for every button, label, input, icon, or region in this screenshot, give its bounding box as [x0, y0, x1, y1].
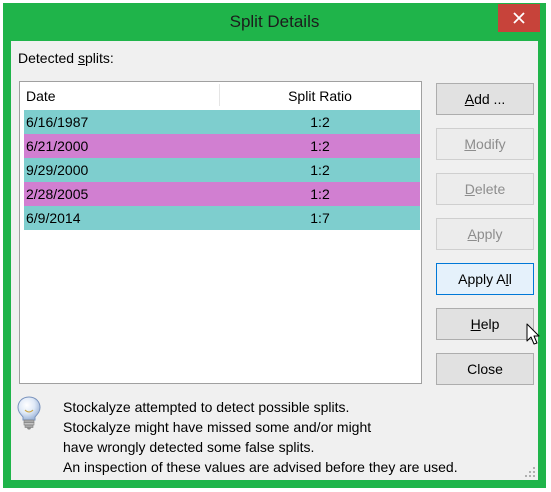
- info-line: An inspection of these values are advise…: [63, 459, 458, 475]
- apply-all-button[interactable]: Apply All: [436, 263, 534, 295]
- delete-button[interactable]: Delete: [436, 173, 534, 205]
- lightbulb-icon: [17, 396, 41, 430]
- window-title: Split Details: [229, 12, 320, 31]
- cell-date: 6/21/2000: [26, 138, 89, 154]
- column-header-date[interactable]: Date: [26, 82, 56, 108]
- column-header-split-ratio[interactable]: Split Ratio: [220, 82, 420, 108]
- close-window-button[interactable]: [498, 4, 540, 32]
- table-row[interactable]: 6/21/2000 1:2: [24, 134, 420, 158]
- cell-date: 9/29/2000: [26, 162, 89, 178]
- info-line: Stockalyze attempted to detect possible …: [63, 399, 350, 415]
- info-line: have wrongly detected some false splits.: [63, 439, 315, 455]
- close-icon: [513, 12, 525, 24]
- table-row[interactable]: 6/16/1987 1:2: [24, 110, 420, 134]
- table-row[interactable]: 2/28/2005 1:2: [24, 182, 420, 206]
- title-bar[interactable]: Split Details: [3, 3, 546, 41]
- list-rows: 6/16/1987 1:2 6/21/2000 1:2 9/29/2000 1:…: [24, 110, 420, 230]
- cell-split-ratio: 1:2: [310, 138, 330, 154]
- close-button[interactable]: Close: [436, 353, 534, 385]
- dialog-body: Detected splits: Date Split Ratio 6/16/1…: [11, 41, 540, 480]
- detected-splits-label: Detected splits:: [18, 50, 114, 66]
- modify-button[interactable]: Modify: [436, 128, 534, 160]
- mouse-pointer-icon: [526, 323, 540, 345]
- info-line: Stockalyze might have missed some and/or…: [63, 419, 372, 435]
- table-row[interactable]: 6/9/2014 1:7: [24, 206, 420, 230]
- cell-split-ratio: 1:2: [310, 162, 330, 178]
- list-header: Date Split Ratio: [20, 82, 421, 108]
- splits-list-view[interactable]: Date Split Ratio 6/16/1987 1:2 6/21/2000…: [19, 81, 422, 384]
- cell-split-ratio: 1:2: [310, 114, 330, 130]
- resize-grip-icon[interactable]: [524, 466, 536, 478]
- cell-date: 6/16/1987: [26, 114, 89, 130]
- cell-date: 2/28/2005: [26, 186, 89, 202]
- cell-split-ratio: 1:2: [310, 186, 330, 202]
- cell-date: 6/9/2014: [26, 210, 81, 226]
- help-button[interactable]: Help: [436, 308, 534, 340]
- add-button[interactable]: Add ...: [436, 83, 534, 115]
- apply-button[interactable]: Apply: [436, 218, 534, 250]
- cell-split-ratio: 1:7: [310, 210, 330, 226]
- info-message: Stockalyze attempted to detect possible …: [63, 397, 458, 477]
- table-row[interactable]: 9/29/2000 1:2: [24, 158, 420, 182]
- split-details-window: Split Details Detected splits: Date Spli…: [3, 3, 546, 488]
